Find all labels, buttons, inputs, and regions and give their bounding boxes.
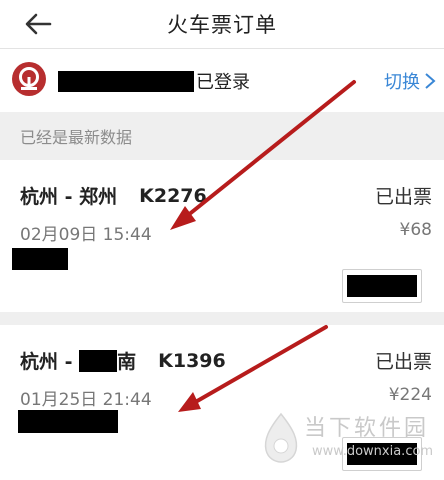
departure-time: 01月25日 21:44 <box>20 390 152 410</box>
redacted-username <box>58 71 194 92</box>
ticket-price: ¥68 <box>399 220 432 240</box>
watermark-logo-icon <box>264 412 298 463</box>
order-route: 杭州 - 郑州 K2276 <box>20 182 207 209</box>
watermark-name: 当下软件园 <box>304 416 430 441</box>
switch-account-button[interactable]: 切换 <box>384 66 436 96</box>
switch-label: 切换 <box>384 72 420 93</box>
route-from: 杭州 - <box>20 351 80 373</box>
refresh-status-text: 已经是最新数据 <box>20 128 133 147</box>
redacted-station <box>79 349 118 372</box>
route-to: 南 <box>117 351 137 373</box>
ticket-status: 已出票 <box>374 351 432 373</box>
refresh-status-bar: 已经是最新数据 <box>0 112 444 160</box>
railway-logo-icon <box>12 62 46 96</box>
order-card[interactable]: 杭州 - 郑州 K2276 已出票 02月09日 15:44 ¥68 <box>0 160 444 312</box>
watermark: 当下软件园 www.downxia.com <box>258 408 444 472</box>
app-header: 火车票订单 <box>0 0 444 49</box>
train-number: K1396 <box>158 349 226 372</box>
route-to: 郑州 <box>79 186 118 208</box>
order-action-button[interactable] <box>342 269 422 303</box>
order-route: 杭州 - 南 K1396 <box>20 347 226 374</box>
redacted-passenger <box>18 410 118 433</box>
ticket-price: ¥224 <box>388 385 432 405</box>
watermark-url: www.downxia.com <box>312 444 434 459</box>
redacted-action-label <box>347 275 417 297</box>
ticket-status: 已出票 <box>374 186 432 208</box>
departure-time: 02月09日 15:44 <box>20 225 152 245</box>
page-title: 火车票订单 <box>167 13 277 37</box>
route-from: 杭州 - <box>20 186 80 208</box>
train-number: K2276 <box>139 184 207 207</box>
chevron-right-icon <box>425 73 436 89</box>
login-status: 已登录 <box>196 72 250 93</box>
redacted-passenger <box>12 248 68 270</box>
